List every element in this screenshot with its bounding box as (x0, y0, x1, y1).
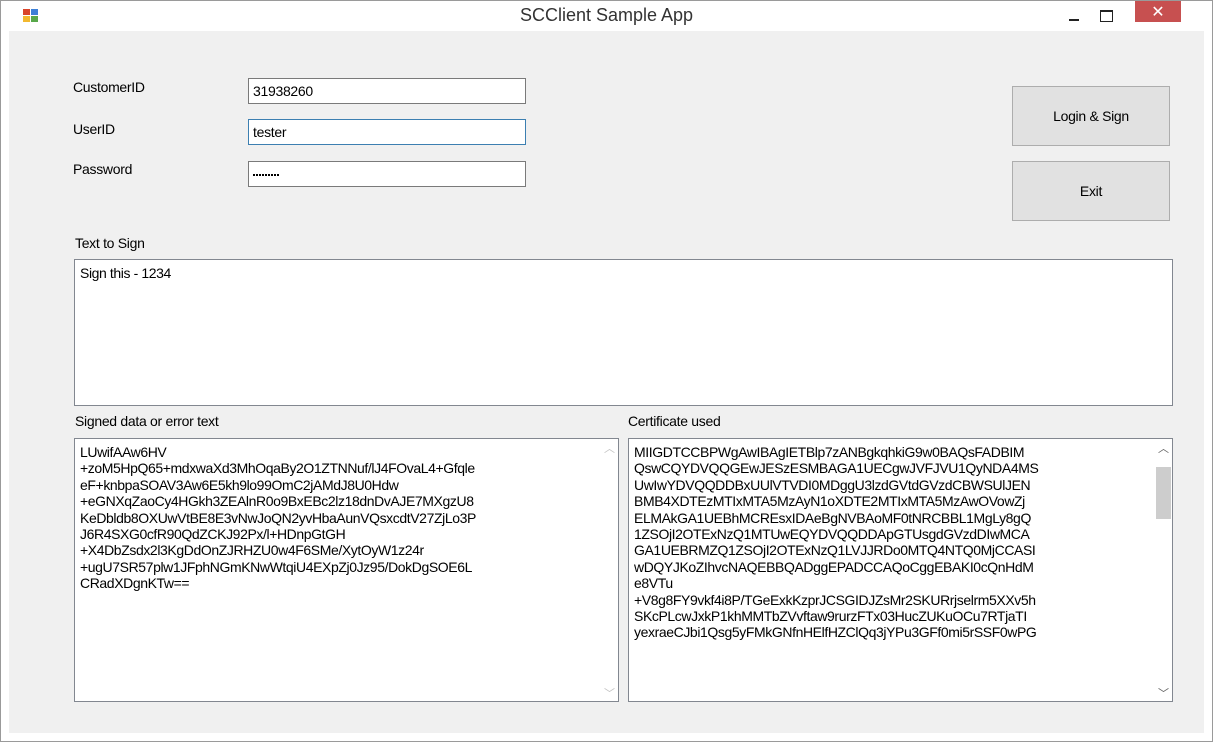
password-dot (265, 174, 267, 176)
window-title: SCClient Sample App (519, 5, 694, 25)
maximize-button[interactable] (1091, 1, 1121, 30)
title-bar[interactable]: SCClient Sample App ✕ (1, 1, 1212, 31)
signed-data-label: Signed data or error text (75, 413, 219, 429)
maximize-icon (1099, 9, 1113, 22)
scroll-down-icon[interactable]: ﹀ (1155, 684, 1172, 701)
password-mask (253, 174, 279, 176)
password-label: Password (73, 161, 133, 177)
password-dot (268, 174, 270, 176)
certificate-value: MIIGDTCCBPWgAwIBAgIETBlp7zANBgkqhkiG9w0B… (634, 444, 1039, 641)
password-dot (253, 174, 255, 176)
certificate-label: Certificate used (628, 413, 721, 429)
password-dot (271, 174, 273, 176)
certificate-output[interactable]: MIIGDTCCBPWgAwIBAgIETBlp7zANBgkqhkiG9w0B… (628, 438, 1173, 702)
signed-data-scrollbar[interactable]: ︿ ﹀ (601, 439, 618, 701)
login-sign-button[interactable]: Login & Sign (1012, 86, 1170, 146)
signed-data-value: LUwifAAw6HV +zoM5HpQ65+mdxwaXd3MhOqaBy2O… (80, 444, 476, 592)
user-id-input[interactable]: tester (248, 119, 526, 145)
exit-button[interactable]: Exit (1012, 161, 1170, 221)
minimize-button[interactable] (1059, 1, 1089, 30)
app-window: SCClient Sample App ✕ CustomerID 3193826… (0, 0, 1213, 742)
password-input[interactable] (248, 161, 526, 187)
scroll-up-icon[interactable]: ︿ (601, 439, 618, 456)
password-dot (262, 174, 264, 176)
text-to-sign-input[interactable]: Sign this - 1234 (74, 259, 1173, 406)
text-to-sign-label: Text to Sign (75, 235, 145, 251)
scrollbar-thumb[interactable] (1156, 467, 1171, 519)
form-client-area: CustomerID 31938260 UserID tester Passwo… (9, 31, 1204, 733)
password-dot (274, 174, 276, 176)
password-dot (256, 174, 258, 176)
user-id-label: UserID (73, 121, 115, 137)
password-dot (277, 174, 279, 176)
customer-id-label: CustomerID (73, 79, 145, 95)
close-button[interactable]: ✕ (1135, 1, 1181, 22)
password-dot (259, 174, 261, 176)
scroll-up-icon[interactable]: ︿ (1155, 439, 1172, 456)
scroll-down-icon[interactable]: ﹀ (601, 684, 618, 701)
customer-id-input[interactable]: 31938260 (248, 78, 526, 104)
minimize-icon (1069, 18, 1079, 21)
signed-data-output[interactable]: LUwifAAw6HV +zoM5HpQ65+mdxwaXd3MhOqaBy2O… (74, 438, 619, 702)
certificate-scrollbar[interactable]: ︿ ﹀ (1155, 439, 1172, 701)
close-icon: ✕ (1151, 3, 1165, 21)
text-to-sign-value: Sign this - 1234 (80, 265, 171, 281)
